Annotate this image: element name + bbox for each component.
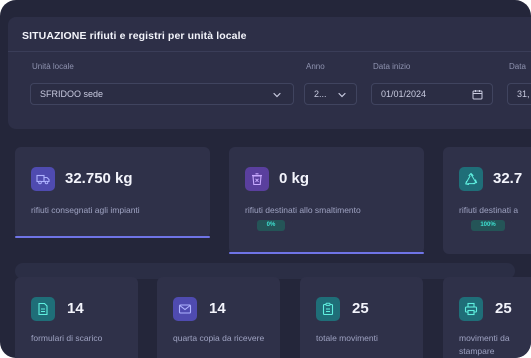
document-icon (31, 297, 55, 321)
kpi-card-disposal[interactable]: 0 kg rifiuti destinati allo smaltimento … (229, 147, 424, 254)
kpi-value: 32.7 (493, 170, 523, 187)
panel-divider (8, 51, 531, 52)
stat-value: 25 (352, 300, 369, 317)
kpi-label: rifiuti destinati allo smaltimento (245, 205, 361, 215)
end-date-input[interactable]: 31, (507, 83, 531, 105)
stat-value: 14 (67, 300, 84, 317)
recycle-icon (459, 167, 483, 191)
end-date-label: Data (509, 62, 526, 71)
chevron-down-icon (273, 92, 281, 98)
year-select-value: 2... (314, 89, 327, 99)
kpi-card-recovery[interactable]: 32.7 rifiuti destinati a 100% (443, 147, 531, 254)
trash-icon (245, 167, 269, 191)
chevron-down-icon (338, 92, 346, 98)
unit-label: Unità locale (32, 62, 74, 71)
stat-label: formulari di scarico (31, 333, 103, 343)
percent-badge: 0% (257, 220, 285, 231)
unit-select-value: SFRIDOO sede (40, 89, 104, 99)
kpi-value: 0 kg (279, 170, 310, 187)
stat-card-da-stampare[interactable]: 25 movimenti da stampare (443, 277, 531, 358)
unit-select[interactable]: SFRIDOO sede (30, 83, 294, 105)
clipboard-icon (316, 297, 340, 321)
dashboard-frame: SITUAZIONE rifiuti e registri per unità … (0, 0, 531, 358)
calendar-icon[interactable] (472, 89, 483, 100)
mail-icon (173, 297, 197, 321)
truck-icon (31, 167, 55, 191)
year-label: Anno (306, 62, 325, 71)
stat-label: movimenti da stampare (459, 333, 510, 356)
active-underline (15, 236, 210, 238)
start-date-label: Data inizio (373, 62, 411, 71)
stat-card-quarta-copia[interactable]: 14 quarta copia da ricevere (157, 277, 280, 358)
percent-badge: 100% (471, 220, 505, 231)
stat-card-movimenti[interactable]: 25 totale movimenti (300, 277, 423, 358)
stat-card-formulari[interactable]: 14 formulari di scarico (15, 277, 138, 358)
kpi-label: rifiuti destinati a (459, 205, 519, 215)
stat-label: quarta copia da ricevere (173, 333, 265, 343)
kpi-value: 32.750 kg (65, 170, 133, 187)
start-date-value: 01/01/2024 (381, 89, 427, 99)
stat-label: totale movimenti (316, 333, 378, 343)
panel-title: SITUAZIONE rifiuti e registri per unità … (22, 30, 247, 42)
printer-icon (459, 297, 483, 321)
year-select[interactable]: 2... (304, 83, 357, 105)
stat-value: 25 (495, 300, 512, 317)
stat-value: 14 (209, 300, 226, 317)
kpi-card-delivered[interactable]: 32.750 kg rifiuti consegnati agli impian… (15, 147, 210, 238)
end-date-value: 31, (517, 89, 530, 99)
start-date-input[interactable]: 01/01/2024 (371, 83, 493, 105)
active-underline (229, 252, 424, 254)
filter-panel: SITUAZIONE rifiuti e registri per unità … (8, 17, 531, 129)
kpi-label: rifiuti consegnati agli impianti (31, 205, 140, 215)
